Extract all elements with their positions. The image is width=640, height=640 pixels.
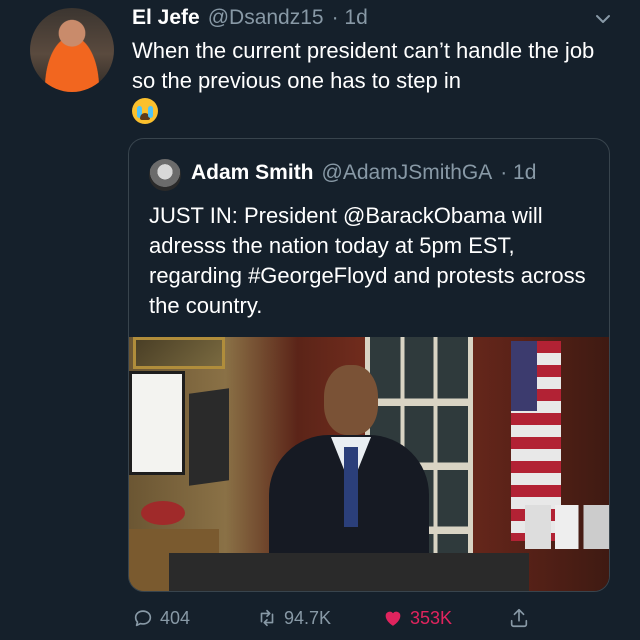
quoted-tweet-time: · 1d <box>500 161 537 184</box>
share-button[interactable] <box>508 607 530 629</box>
quoted-author-name: Adam Smith <box>191 161 314 184</box>
quoted-author-avatar <box>149 159 181 191</box>
quoted-tweet-text: JUST IN: President @BarackObama will adr… <box>149 203 586 318</box>
author-handle[interactable]: @Dsandz15 <box>208 6 324 30</box>
photo-frames <box>525 505 609 549</box>
chevron-down-icon[interactable] <box>594 10 612 28</box>
tweet-header: El Jefe @Dsandz15 · 1d <box>132 6 620 32</box>
crying-face-emoji-icon <box>132 98 158 124</box>
quoted-tweet-photo[interactable] <box>129 337 609 591</box>
tweet-time[interactable]: · 1d <box>332 6 368 30</box>
quoted-header: Adam Smith @AdamJSmithGA · 1d <box>191 161 599 185</box>
tweet-actions: 404 94.7K 353K <box>128 600 610 636</box>
photo-softbox-light <box>129 371 185 475</box>
tweet-body: When the current president can’t handle … <box>132 38 595 93</box>
reply-button[interactable]: 404 <box>132 607 190 629</box>
quoted-tweet[interactable]: Adam Smith @AdamJSmithGA · 1d JUST IN: P… <box>128 138 610 592</box>
quoted-author-handle: @AdamJSmithGA <box>321 161 493 184</box>
photo-light-panel <box>189 388 229 486</box>
author-avatar[interactable] <box>30 8 114 92</box>
retweet-icon <box>260 609 274 627</box>
like-button[interactable]: 353K <box>382 607 452 629</box>
retweet-button[interactable]: 94.7K <box>256 607 331 629</box>
photo-flowers <box>141 501 185 525</box>
heart-icon <box>385 611 401 626</box>
author-name[interactable]: El Jefe <box>132 6 200 30</box>
retweet-count: 94.7K <box>284 607 332 628</box>
photo-desk <box>169 553 529 591</box>
like-count: 353K <box>410 607 453 628</box>
tweet-text: When the current president can’t handle … <box>132 36 622 132</box>
share-icon <box>510 608 528 628</box>
reply-icon <box>134 610 152 627</box>
reply-count: 404 <box>160 607 191 628</box>
photo-painting <box>133 337 225 369</box>
